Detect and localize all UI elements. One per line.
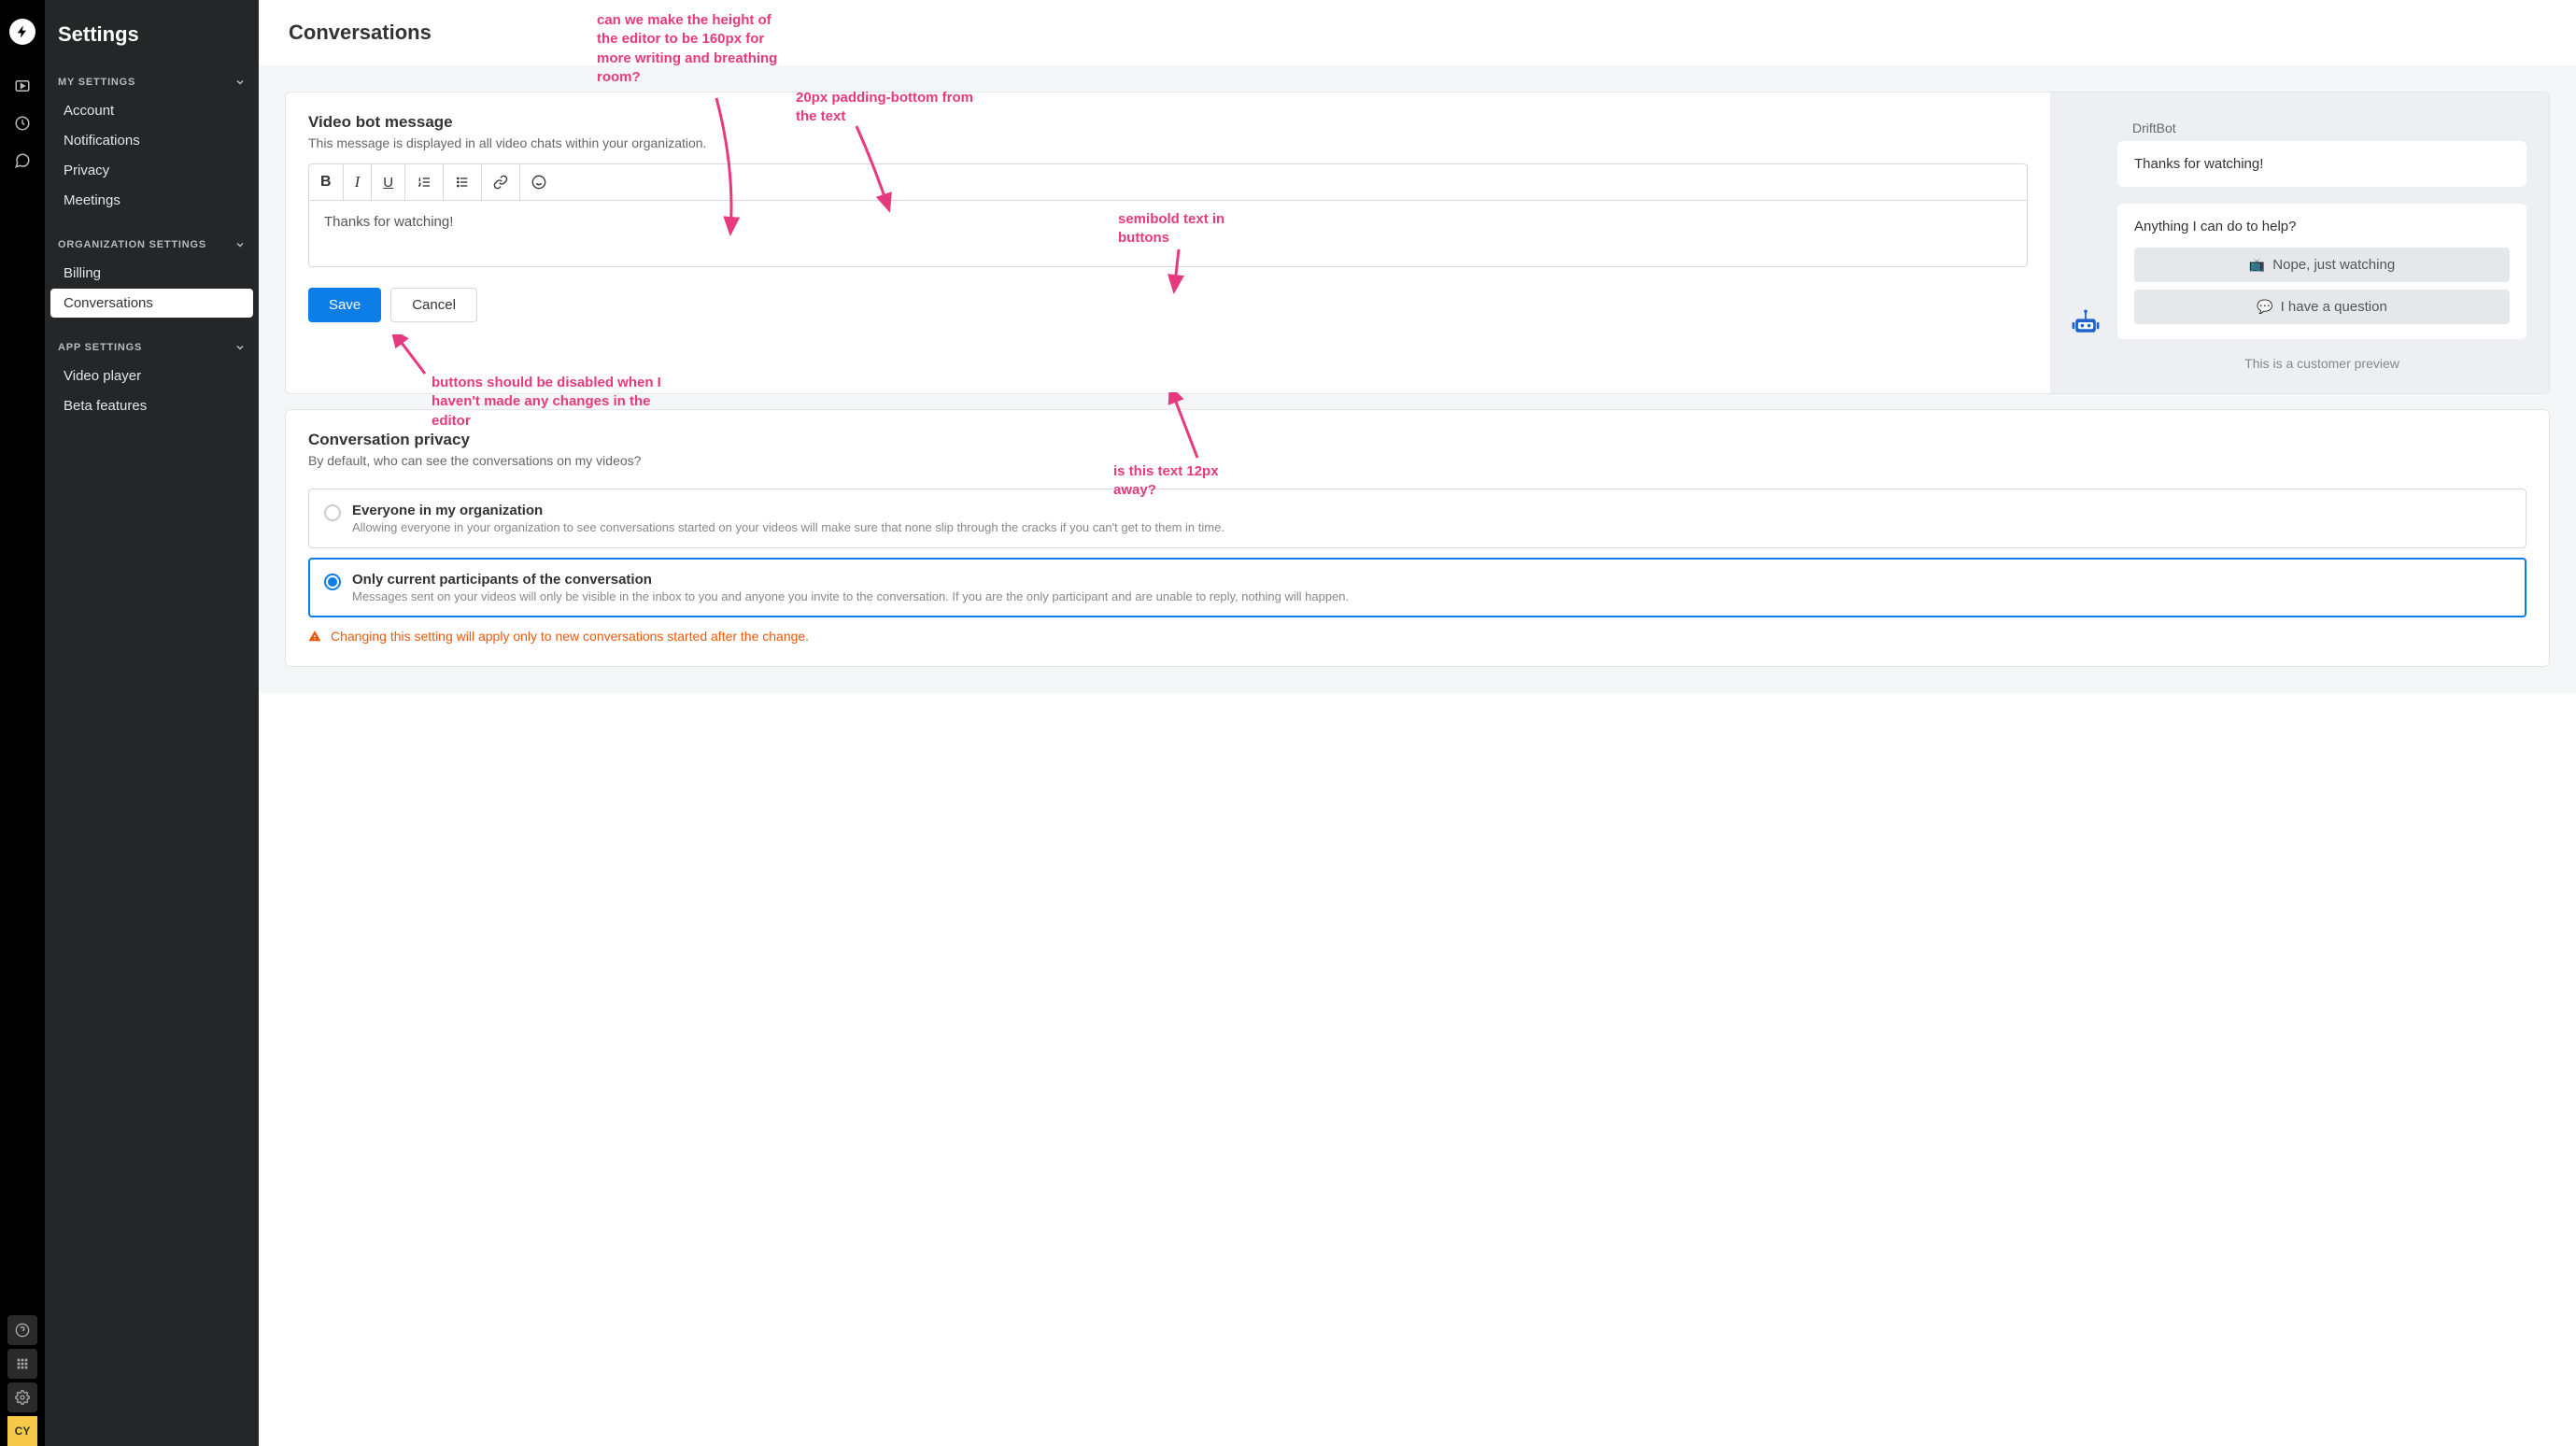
privacy-option-label: Everyone in my organization bbox=[352, 503, 1224, 518]
chevron-down-icon bbox=[234, 342, 246, 353]
page-title: Conversations bbox=[289, 21, 2546, 45]
user-avatar[interactable]: CY bbox=[7, 1416, 37, 1446]
emoji-button[interactable] bbox=[520, 164, 558, 200]
videobot-title: Video bot message bbox=[308, 113, 2028, 132]
preview-message-2: Anything I can do to help? 📺 Nope, just … bbox=[2117, 204, 2526, 339]
italic-button[interactable]: I bbox=[344, 164, 373, 200]
history-icon[interactable] bbox=[0, 105, 45, 142]
sidebar-title: Settings bbox=[45, 22, 259, 69]
sidebar-heading-my-settings[interactable]: MY SETTINGS bbox=[45, 69, 259, 95]
privacy-option-desc: Allowing everyone in your organization t… bbox=[352, 520, 1224, 534]
sidebar-item-billing[interactable]: Billing bbox=[50, 259, 253, 288]
gear-icon[interactable] bbox=[7, 1382, 37, 1412]
sidebar-item-account[interactable]: Account bbox=[50, 96, 253, 125]
videobot-subtitle: This message is displayed in all video c… bbox=[308, 135, 2028, 150]
sidebar-heading-app-settings[interactable]: APP SETTINGS bbox=[45, 334, 259, 361]
privacy-option-everyone[interactable]: Everyone in my organization Allowing eve… bbox=[308, 489, 2526, 548]
chat-icon[interactable] bbox=[0, 142, 45, 179]
save-button[interactable]: Save bbox=[308, 288, 381, 322]
editor-textarea[interactable]: Thanks for watching! bbox=[308, 200, 2028, 267]
icon-rail: CY bbox=[0, 0, 45, 1446]
cancel-button[interactable]: Cancel bbox=[390, 288, 477, 322]
grid-icon[interactable] bbox=[7, 1349, 37, 1379]
ordered-list-button[interactable] bbox=[405, 164, 444, 200]
chevron-down-icon bbox=[234, 239, 246, 250]
unordered-list-button[interactable] bbox=[444, 164, 482, 200]
video-icon[interactable] bbox=[0, 67, 45, 105]
sidebar-item-conversations[interactable]: Conversations bbox=[50, 289, 253, 318]
sidebar-item-beta-features[interactable]: Beta features bbox=[50, 391, 253, 420]
preview-question: Anything I can do to help? bbox=[2134, 219, 2510, 234]
privacy-option-desc: Messages sent on your videos will only b… bbox=[352, 589, 1349, 603]
sidebar-item-meetings[interactable]: Meetings bbox=[50, 186, 253, 215]
preview-message-1: Thanks for watching! bbox=[2117, 141, 2526, 187]
warning-icon bbox=[308, 630, 321, 643]
chevron-down-icon bbox=[234, 77, 246, 88]
preview-caption: This is a customer preview bbox=[2117, 356, 2526, 371]
privacy-subtitle: By default, who can see the conversation… bbox=[308, 453, 2526, 468]
preview-button-nope[interactable]: 📺 Nope, just watching bbox=[2134, 248, 2510, 282]
privacy-title: Conversation privacy bbox=[308, 431, 2526, 449]
underline-button[interactable]: U bbox=[372, 164, 405, 200]
radio-icon bbox=[324, 574, 341, 590]
preview-bot-name: DriftBot bbox=[2132, 120, 2526, 135]
link-button[interactable] bbox=[482, 164, 520, 200]
radio-icon bbox=[324, 504, 341, 521]
privacy-option-label: Only current participants of the convers… bbox=[352, 572, 1349, 588]
editor-toolbar: B I U bbox=[308, 163, 2028, 200]
help-icon[interactable] bbox=[7, 1315, 37, 1345]
app-logo[interactable] bbox=[9, 19, 35, 45]
main-content: Conversations Video bot message This mes… bbox=[259, 0, 2576, 1446]
privacy-warning: Changing this setting will apply only to… bbox=[308, 629, 2526, 644]
bot-avatar-icon bbox=[2067, 304, 2104, 341]
sidebar-heading-org-settings[interactable]: ORGANIZATION SETTINGS bbox=[45, 232, 259, 258]
preview-button-question[interactable]: 💬 I have a question bbox=[2134, 290, 2510, 324]
sidebar-item-privacy[interactable]: Privacy bbox=[50, 156, 253, 185]
tv-emoji-icon: 📺 bbox=[2249, 257, 2265, 273]
privacy-option-participants[interactable]: Only current participants of the convers… bbox=[308, 558, 2526, 617]
bold-button[interactable]: B bbox=[309, 164, 344, 200]
sidebar-item-notifications[interactable]: Notifications bbox=[50, 126, 253, 155]
sidebar: Settings MY SETTINGS Account Notificatio… bbox=[45, 0, 259, 1446]
sidebar-item-video-player[interactable]: Video player bbox=[50, 362, 253, 390]
speech-emoji-icon: 💬 bbox=[2257, 299, 2272, 315]
